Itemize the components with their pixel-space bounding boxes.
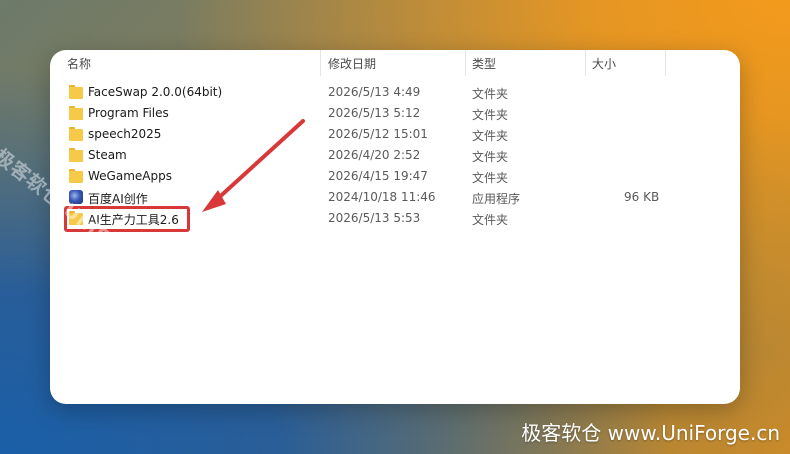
annotation-arrow xyxy=(202,119,305,212)
watermark-bottom: 极客软仓 www.UniForge.cn xyxy=(521,421,780,445)
file-explorer-window: ˄ 名称 修改日期 类型 大小 FaceSwap 2.0.0(64bit) 20… xyxy=(50,50,740,404)
